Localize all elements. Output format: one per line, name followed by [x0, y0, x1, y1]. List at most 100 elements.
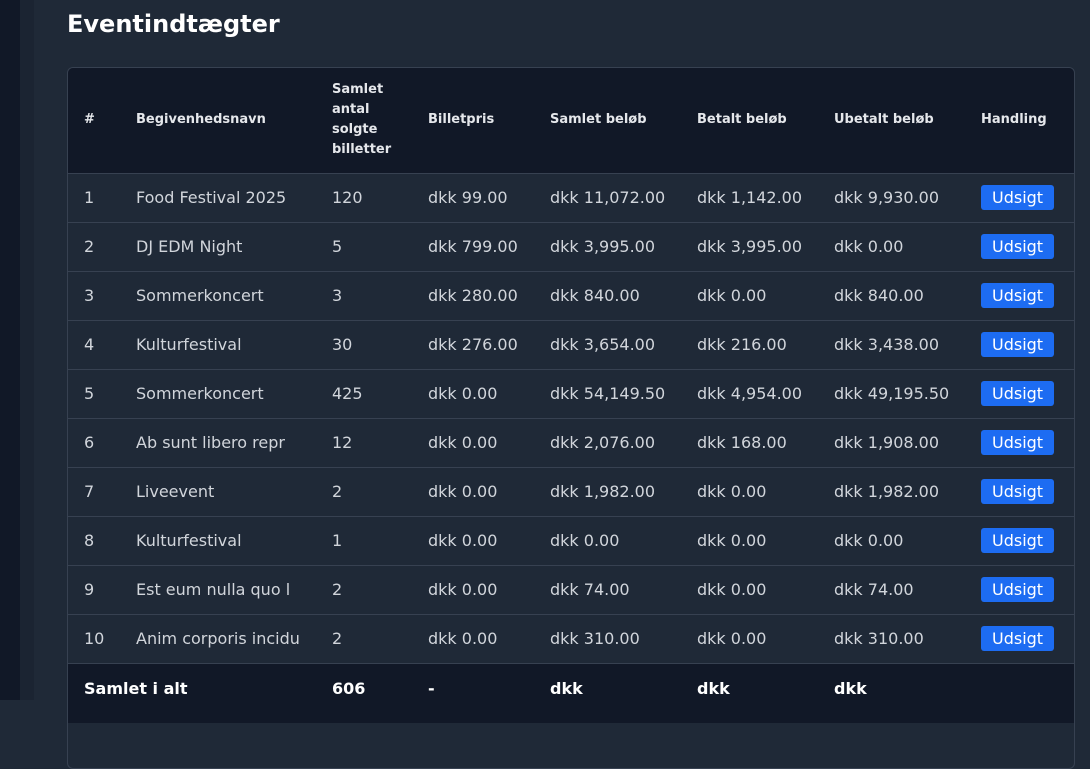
table-row: 8 Kulturfestival 1 dkk 0.00 dkk 0.00 dkk 0.00… [68, 516, 1074, 565]
cell-unpaid-amount: dkk 74.00 [834, 580, 914, 599]
cell-paid-amount: dkk 1,142.00 [697, 188, 803, 207]
cell-ticket-price: dkk 0.00 [428, 629, 498, 648]
header-name: Begivenhedsnavn [136, 112, 266, 128]
page-title: Eventindtægter [67, 10, 280, 38]
main-content: Eventindtægter # Begivenhedsnavn Samlet … [34, 0, 1090, 769]
cell-index: 9 [84, 580, 95, 599]
view-button[interactable]: Udsigt [981, 430, 1055, 455]
cell-total-amount: dkk 2,076.00 [550, 433, 656, 452]
cell-event-name: Food Festival 2025 [136, 188, 287, 207]
cell-event-name: Sommerkoncert [136, 286, 264, 305]
header-total: Samlet beløb [550, 112, 647, 128]
cell-index: 10 [84, 629, 105, 648]
header-price: Billetpris [428, 112, 495, 128]
view-button[interactable]: Udsigt [981, 185, 1055, 210]
cell-ticket-price: dkk 0.00 [428, 433, 498, 452]
cell-index: 1 [84, 188, 95, 207]
footer-label: Samlet i alt [84, 678, 188, 698]
cell-event-name: DJ EDM Night [136, 237, 243, 256]
sidebar-border [20, 0, 34, 700]
cell-tickets-sold: 2 [332, 629, 343, 648]
table-row: 4 Kulturfestival 30 dkk 276.00 dkk 3,654.00 d… [68, 320, 1074, 369]
cell-paid-amount: dkk 168.00 [697, 433, 787, 452]
view-button[interactable]: Udsigt [981, 381, 1055, 406]
cell-event-name: Est eum nulla quo l [136, 580, 291, 599]
footer-total: dkk [550, 678, 583, 698]
cell-ticket-price: dkk 276.00 [428, 335, 518, 354]
cell-unpaid-amount: dkk 840.00 [834, 286, 924, 305]
view-button[interactable]: Udsigt [981, 234, 1055, 259]
cell-tickets-sold: 1 [332, 531, 343, 550]
view-button[interactable]: Udsigt [981, 626, 1055, 651]
cell-unpaid-amount: dkk 9,930.00 [834, 188, 940, 207]
header-action: Handling [981, 112, 1047, 128]
view-button[interactable]: Udsigt [981, 283, 1055, 308]
cell-index: 7 [84, 482, 95, 501]
cell-action: Udsigt [973, 222, 1074, 271]
cell-tickets-sold: 2 [332, 580, 343, 599]
table-row: 5 Sommerkoncert 425 dkk 0.00 dkk 54,149.50 dk… [68, 369, 1074, 418]
footer-tickets: 606 [332, 678, 366, 698]
header-unpaid: Ubetalt beløb [834, 112, 934, 128]
cell-index: 6 [84, 433, 95, 452]
cell-event-name: Anim corporis incidu [136, 629, 300, 648]
cell-index: 5 [84, 384, 95, 403]
cell-total-amount: dkk 1,982.00 [550, 482, 656, 501]
cell-paid-amount: dkk 0.00 [697, 629, 767, 648]
cell-index: 3 [84, 286, 95, 305]
cell-total-amount: dkk 3,654.00 [550, 335, 656, 354]
view-button[interactable]: Udsigt [981, 528, 1055, 553]
revenue-table: # Begivenhedsnavn Samlet antal solgte bi… [68, 68, 1074, 723]
footer-paid: dkk [697, 678, 730, 698]
table-row: 2 DJ EDM Night 5 dkk 799.00 dkk 3,995.00 dkk … [68, 222, 1074, 271]
cell-event-name: Kulturfestival [136, 531, 242, 550]
table-row: 6 Ab sunt libero repr 12 dkk 0.00 dkk 2,076.… [68, 418, 1074, 467]
cell-paid-amount: dkk 0.00 [697, 580, 767, 599]
view-button[interactable]: Udsigt [981, 479, 1055, 504]
footer-price: - [428, 678, 435, 698]
table-row: 10 Anim corporis incidu 2 dkk 0.00 dkk 310.0… [68, 614, 1074, 663]
cell-paid-amount: dkk 216.00 [697, 335, 787, 354]
cell-paid-amount: dkk 4,954.00 [697, 384, 803, 403]
view-button[interactable]: Udsigt [981, 332, 1055, 357]
cell-unpaid-amount: dkk 1,908.00 [834, 433, 940, 452]
header-paid: Betalt beløb [697, 112, 787, 128]
cell-action: Udsigt [973, 173, 1074, 222]
cell-tickets-sold: 30 [332, 335, 353, 354]
footer-unpaid: dkk [834, 678, 867, 698]
table-row: 1 Food Festival 2025 120 dkk 99.00 dkk 11,07… [68, 173, 1074, 222]
view-button[interactable]: Udsigt [981, 577, 1055, 602]
cell-event-name: Liveevent [136, 482, 215, 501]
cell-action: Udsigt [973, 565, 1074, 614]
cell-index: 4 [84, 335, 95, 354]
table-body: 1 Food Festival 2025 120 dkk 99.00 dkk 11,07… [68, 173, 1074, 663]
sidebar-edge [0, 0, 20, 700]
cell-tickets-sold: 5 [332, 237, 343, 256]
cell-ticket-price: dkk 0.00 [428, 384, 498, 403]
cell-paid-amount: dkk 0.00 [697, 286, 767, 305]
cell-index: 2 [84, 237, 95, 256]
cell-unpaid-amount: dkk 3,438.00 [834, 335, 940, 354]
cell-ticket-price: dkk 0.00 [428, 531, 498, 550]
cell-action: Udsigt [973, 369, 1074, 418]
cell-action: Udsigt [973, 467, 1074, 516]
cell-tickets-sold: 425 [332, 384, 363, 403]
cell-total-amount: dkk 0.00 [550, 531, 620, 550]
cell-unpaid-amount: dkk 310.00 [834, 629, 924, 648]
cell-ticket-price: dkk 99.00 [428, 188, 508, 207]
cell-action: Udsigt [973, 320, 1074, 369]
cell-total-amount: dkk 310.00 [550, 629, 640, 648]
cell-tickets-sold: 2 [332, 482, 343, 501]
table-row: 3 Sommerkoncert 3 dkk 280.00 dkk 840.00 dkk 0… [68, 271, 1074, 320]
table-row: 7 Liveevent 2 dkk 0.00 dkk 1,982.00 dkk 0.00 d… [68, 467, 1074, 516]
cell-total-amount: dkk 11,072.00 [550, 188, 666, 207]
cell-tickets-sold: 3 [332, 286, 343, 305]
cell-paid-amount: dkk 3,995.00 [697, 237, 803, 256]
cell-event-name: Kulturfestival [136, 335, 242, 354]
cell-action: Udsigt [973, 614, 1074, 663]
cell-unpaid-amount: dkk 49,195.50 [834, 384, 950, 403]
revenue-table-container: # Begivenhedsnavn Samlet antal solgte bi… [67, 67, 1075, 769]
cell-ticket-price: dkk 0.00 [428, 482, 498, 501]
cell-ticket-price: dkk 280.00 [428, 286, 518, 305]
cell-event-name: Ab sunt libero repr [136, 433, 285, 452]
